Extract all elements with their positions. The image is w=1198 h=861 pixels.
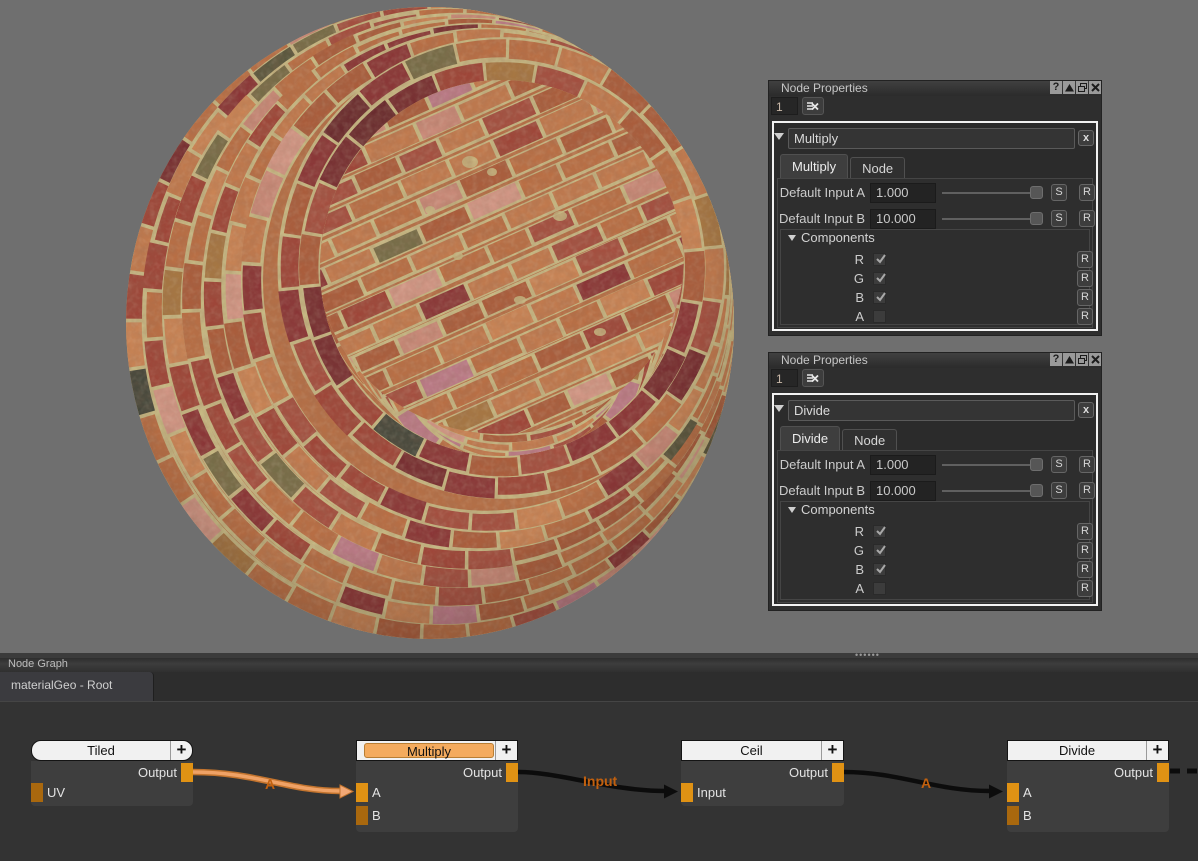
svg-text:A: A — [921, 775, 931, 791]
svg-text:A: A — [265, 776, 275, 792]
svg-text:Input: Input — [583, 773, 618, 789]
